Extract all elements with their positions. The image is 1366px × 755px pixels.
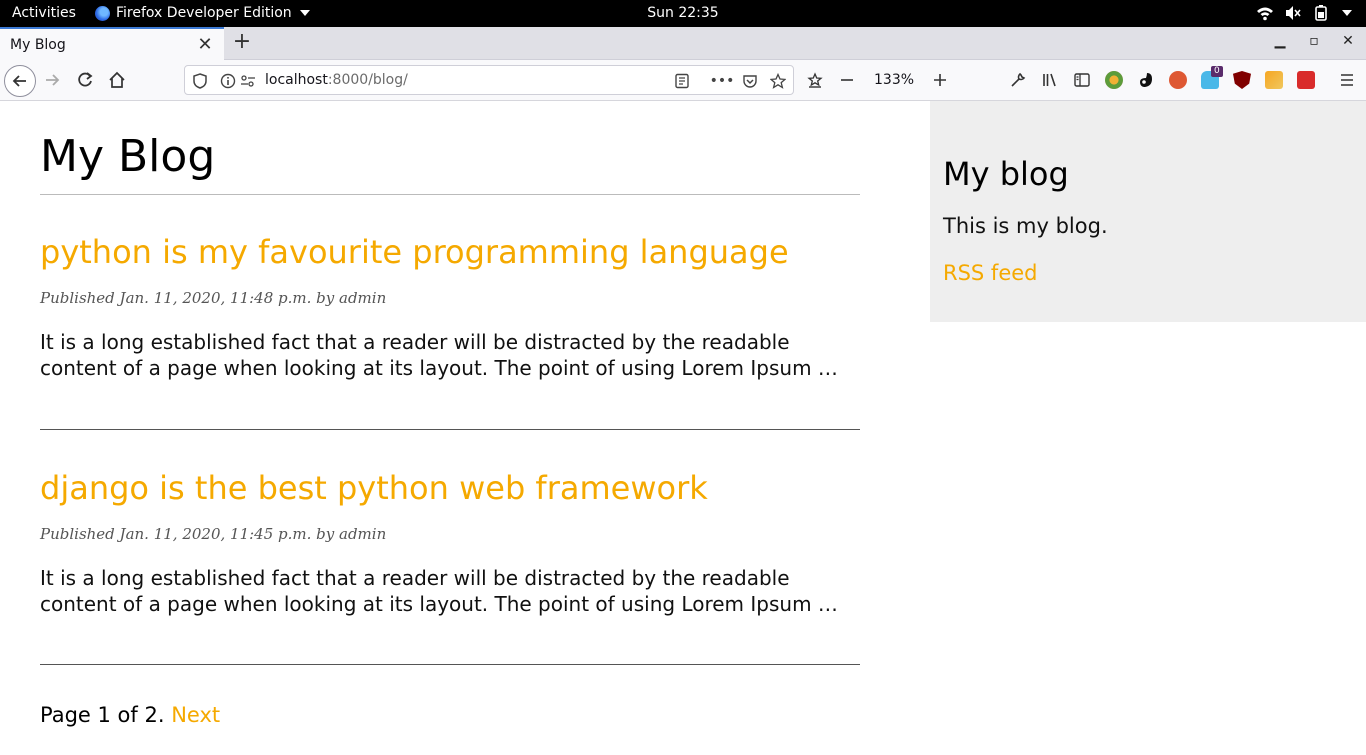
new-tab-button[interactable]: + — [230, 30, 254, 56]
pagination: Page 1 of 2. Next — [40, 703, 220, 727]
reader-view-icon[interactable] — [673, 72, 691, 90]
zoom-in-button[interactable] — [926, 66, 954, 94]
reload-button[interactable] — [71, 66, 99, 94]
zoom-level[interactable]: 133% — [874, 72, 914, 88]
extension-red-icon[interactable] — [1297, 71, 1315, 89]
pagination-status: Page 1 of 2. — [40, 703, 165, 727]
hamburger-menu-icon — [1341, 74, 1353, 86]
developer-tools-button[interactable] — [1004, 66, 1032, 94]
post-divider — [40, 429, 860, 430]
firefox-logo-icon — [95, 5, 110, 21]
info-icon[interactable] — [219, 72, 237, 90]
tab-title: My Blog — [10, 36, 66, 53]
activities-button[interactable]: Activities — [12, 5, 76, 21]
caret-down-icon — [1342, 10, 1352, 16]
arrow-left-icon — [12, 75, 26, 87]
plus-icon — [934, 74, 946, 86]
library-button[interactable] — [1036, 66, 1064, 94]
system-tray[interactable] — [1256, 4, 1352, 22]
bookmarks-star-icon — [807, 72, 823, 88]
caret-down-icon — [299, 10, 310, 16]
sidebar-description: This is my blog. — [943, 214, 1108, 238]
url-bar[interactable]: localhost:8000/blog/ ••• — [184, 65, 794, 95]
post-title-link[interactable]: django is the best python web framework — [40, 469, 708, 507]
close-window-icon[interactable]: ✕ — [1338, 33, 1358, 49]
minus-icon — [841, 79, 853, 81]
volume-muted-icon — [1286, 6, 1301, 20]
zoom-out-button[interactable] — [833, 66, 861, 94]
extension-colorful-icon[interactable] — [1105, 71, 1123, 89]
sidebar-icon — [1074, 73, 1090, 87]
post-divider — [40, 664, 860, 665]
post-excerpt: It is a long established fact that a rea… — [40, 330, 838, 380]
app-menu[interactable]: Firefox Developer Edition — [95, 5, 310, 21]
shield-icon[interactable] — [191, 72, 209, 90]
close-tab-icon[interactable]: ✕ — [196, 34, 214, 55]
page-actions-icon[interactable]: ••• — [710, 72, 735, 90]
extension-gnome-icon[interactable] — [1137, 71, 1155, 89]
library-icon — [1043, 73, 1056, 87]
page-content: My Blog python is my favourite programmi… — [0, 101, 1366, 755]
url-host: localhost — [265, 72, 328, 88]
permissions-icon[interactable] — [239, 72, 257, 90]
url-text[interactable]: localhost:8000/blog/ — [265, 72, 408, 88]
reload-icon — [78, 72, 93, 87]
post-excerpt: It is a long established fact that a rea… — [40, 566, 838, 616]
post-meta: Published Jan. 11, 2020, 11:48 p.m. by a… — [40, 289, 387, 307]
duckduckgo-icon[interactable] — [1169, 71, 1187, 89]
home-button[interactable] — [103, 66, 131, 94]
extension-rss-icon[interactable] — [1265, 71, 1283, 89]
battery-icon — [1315, 5, 1327, 21]
tab-my-blog[interactable]: My Blog ✕ — [0, 27, 224, 60]
page-title: My Blog — [40, 131, 216, 182]
sidebar-title: My blog — [943, 155, 1069, 193]
rss-feed-link[interactable]: RSS feed — [943, 261, 1038, 285]
system-top-bar: Activities Firefox Developer Edition Sun… — [0, 0, 1366, 27]
bookmark-star-icon[interactable] — [769, 72, 787, 90]
pocket-icon[interactable] — [741, 72, 759, 90]
sidebar: My blog This is my blog. RSS feed — [930, 101, 1366, 322]
maximize-icon[interactable]: ▫ — [1304, 33, 1324, 49]
minimize-icon[interactable]: ▁ — [1270, 33, 1290, 49]
navigation-toolbar: localhost:8000/blog/ ••• 133% 0 — [0, 60, 1366, 101]
title-divider — [40, 194, 860, 195]
url-path: :8000/blog/ — [327, 72, 408, 88]
home-icon — [109, 71, 125, 88]
forward-button[interactable] — [38, 66, 66, 94]
open-menu-button[interactable] — [1333, 66, 1361, 94]
reading-list-button[interactable] — [801, 66, 829, 94]
next-page-link[interactable]: Next — [171, 703, 220, 727]
tab-strip: My Blog ✕ + ▁ ▫ ✕ — [0, 27, 1366, 60]
back-button[interactable] — [4, 65, 36, 97]
post-title-link[interactable]: python is my favourite programming langu… — [40, 233, 789, 271]
post-meta: Published Jan. 11, 2020, 11:45 p.m. by a… — [40, 525, 387, 543]
app-name: Firefox Developer Edition — [116, 5, 292, 21]
ublock-origin-icon[interactable] — [1233, 71, 1251, 89]
arrow-right-icon — [46, 74, 60, 86]
extension-badge: 0 — [1211, 66, 1223, 77]
sidebar-toggle-button[interactable] — [1068, 66, 1096, 94]
wifi-icon — [1257, 7, 1273, 21]
wrench-icon — [1011, 72, 1026, 87]
